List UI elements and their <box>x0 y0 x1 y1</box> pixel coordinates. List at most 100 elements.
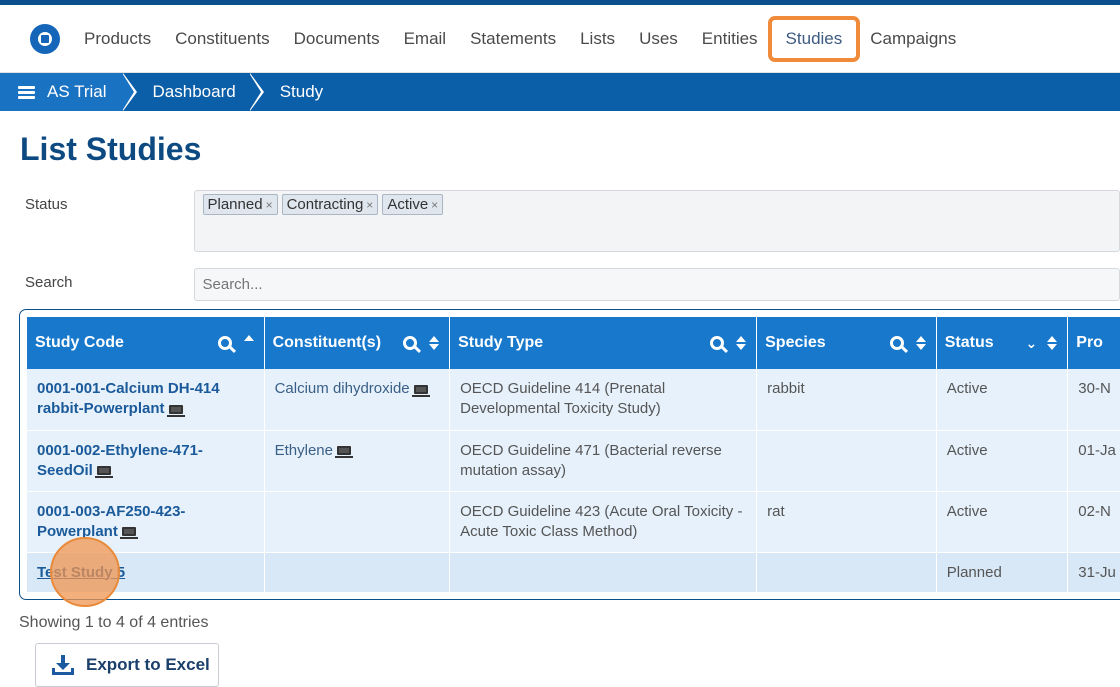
col-header-constituents[interactable]: Constituent(s) <box>264 317 450 369</box>
app-logo-icon[interactable] <box>30 24 60 54</box>
studies-table: Study Code Constituent(s) Study Type Spe… <box>27 317 1120 593</box>
export-excel-button[interactable]: Export to Excel <box>35 643 219 687</box>
sort-icon[interactable] <box>916 336 926 350</box>
date-cell: 31-Ju <box>1068 552 1120 592</box>
nav-products[interactable]: Products <box>72 24 163 54</box>
laptop-icon <box>122 527 136 536</box>
col-label: Study Type <box>458 334 543 352</box>
species-cell <box>757 552 937 592</box>
breadcrumb-dashboard[interactable]: Dashboard <box>123 73 250 111</box>
chevron-down-icon[interactable]: ⌄ <box>1026 335 1038 352</box>
status-label: Status <box>25 190 194 252</box>
table-row: 0001-001-Calcium DH-414 rabbit-Powerplan… <box>27 369 1120 430</box>
date-cell: 30-N <box>1068 369 1120 430</box>
date-cell: 01-Ja <box>1068 430 1120 491</box>
breadcrumb-item-dashboard[interactable]: Dashboard <box>153 82 236 102</box>
study-type-cell: OECD Guideline 471 (Bacterial reverse mu… <box>450 430 757 491</box>
page-title: List Studies <box>20 131 1120 168</box>
nav-studies[interactable]: Studies <box>768 16 861 62</box>
tag-label: Active <box>387 196 428 213</box>
study-type-cell: OECD Guideline 423 (Acute Oral Toxicity … <box>450 491 757 552</box>
species-cell <box>757 430 937 491</box>
top-nav: Products Constituents Documents Email St… <box>0 5 1120 73</box>
date-cell: 02-N <box>1068 491 1120 552</box>
status-tag-active[interactable]: Active× <box>382 194 443 215</box>
table-row: 0001-003-AF250-423-Powerplant OECD Guide… <box>27 491 1120 552</box>
col-label: Pro <box>1076 334 1103 351</box>
status-tag-planned[interactable]: Planned× <box>203 194 278 215</box>
sort-asc-icon[interactable] <box>244 335 254 351</box>
col-header-species[interactable]: Species <box>757 317 937 369</box>
species-cell: rat <box>757 491 937 552</box>
table-info: Showing 1 to 4 of 4 entries <box>19 614 208 632</box>
sort-icon[interactable] <box>1047 336 1057 350</box>
search-icon[interactable] <box>218 336 232 350</box>
laptop-icon <box>337 446 351 455</box>
study-code-cell[interactable]: Test Study 5 <box>27 552 264 592</box>
constituent-label: Ethylene <box>275 442 333 459</box>
study-link[interactable]: 0001-003-AF250-423-Powerplant <box>37 503 185 540</box>
nav-constituents[interactable]: Constituents <box>163 24 282 54</box>
col-header-pro[interactable]: Pro <box>1068 317 1120 369</box>
sort-icon[interactable] <box>736 336 746 350</box>
status-tag-contracting[interactable]: Contracting× <box>282 194 379 215</box>
constituent-label: Calcium dihydroxide <box>275 380 410 397</box>
status-cell: Active <box>936 491 1068 552</box>
breadcrumb-home[interactable]: AS Trial <box>0 73 123 111</box>
study-code-cell[interactable]: 0001-002-Ethylene-471-SeedOil <box>27 430 264 491</box>
sort-icon[interactable] <box>429 336 439 350</box>
constituent-cell <box>264 552 450 592</box>
col-header-status[interactable]: Status ⌄ <box>936 317 1068 369</box>
col-label: Study Code <box>35 334 124 352</box>
laptop-icon <box>97 466 111 475</box>
constituent-cell <box>264 491 450 552</box>
export-label: Export to Excel <box>86 655 210 675</box>
laptop-icon <box>414 385 428 394</box>
breadcrumb: AS Trial Dashboard Study <box>0 73 1120 111</box>
col-header-study-code[interactable]: Study Code <box>27 317 264 369</box>
species-cell: rabbit <box>757 369 937 430</box>
nav-statements[interactable]: Statements <box>458 24 568 54</box>
remove-tag-icon[interactable]: × <box>431 198 438 212</box>
table-row: 0001-002-Ethylene-471-SeedOil Ethylene O… <box>27 430 1120 491</box>
tag-label: Planned <box>208 196 263 213</box>
nav-lists[interactable]: Lists <box>568 24 627 54</box>
constituent-cell: Calcium dihydroxide <box>264 369 450 430</box>
remove-tag-icon[interactable]: × <box>366 198 373 212</box>
nav-uses[interactable]: Uses <box>627 24 690 54</box>
status-multiselect[interactable]: Planned×Contracting×Active× <box>194 190 1120 252</box>
constituent-cell: Ethylene <box>264 430 450 491</box>
search-icon[interactable] <box>403 336 417 350</box>
study-link[interactable]: Test Study 5 <box>37 564 125 581</box>
nav-campaigns[interactable]: Campaigns <box>858 24 968 54</box>
col-label: Species <box>765 334 825 352</box>
tag-label: Contracting <box>287 196 364 213</box>
search-icon[interactable] <box>710 336 724 350</box>
remove-tag-icon[interactable]: × <box>266 198 273 212</box>
study-type-cell: OECD Guideline 414 (Prenatal Development… <box>450 369 757 430</box>
table-row: Test Study 5 Planned 31-Ju <box>27 552 1120 592</box>
status-cell: Active <box>936 369 1068 430</box>
status-cell: Active <box>936 430 1068 491</box>
studies-table-container: Study Code Constituent(s) Study Type Spe… <box>19 309 1120 600</box>
nav-email[interactable]: Email <box>392 24 459 54</box>
nav-documents[interactable]: Documents <box>282 24 392 54</box>
study-code-cell[interactable]: 0001-001-Calcium DH-414 rabbit-Powerplan… <box>27 369 264 430</box>
col-label: Status <box>945 334 994 352</box>
search-input[interactable] <box>194 268 1120 301</box>
study-type-cell <box>450 552 757 592</box>
breadcrumb-item-study: Study <box>280 82 323 102</box>
menu-icon[interactable] <box>18 86 35 99</box>
status-cell: Planned <box>936 552 1068 592</box>
breadcrumb-item-astrial[interactable]: AS Trial <box>47 82 107 102</box>
nav-entities[interactable]: Entities <box>690 24 770 54</box>
col-header-study-type[interactable]: Study Type <box>450 317 757 369</box>
search-icon[interactable] <box>890 336 904 350</box>
study-link[interactable]: 0001-002-Ethylene-471-SeedOil <box>37 442 203 479</box>
col-label: Constituent(s) <box>273 334 381 352</box>
study-link[interactable]: 0001-001-Calcium DH-414 rabbit-Powerplan… <box>37 380 220 417</box>
download-icon <box>52 655 74 675</box>
status-filter-row: Status Planned×Contracting×Active× <box>0 190 1120 252</box>
study-code-cell[interactable]: 0001-003-AF250-423-Powerplant <box>27 491 264 552</box>
search-label: Search <box>25 268 194 301</box>
